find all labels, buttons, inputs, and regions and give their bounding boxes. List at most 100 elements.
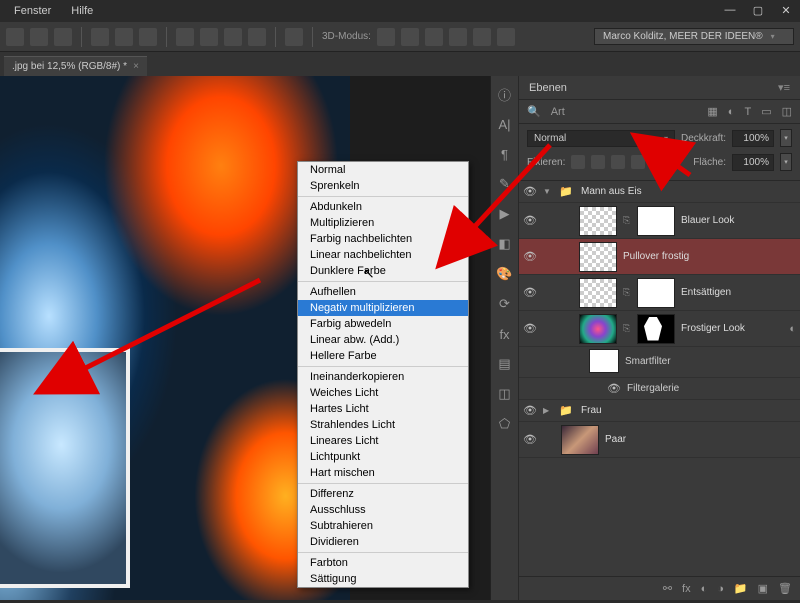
- layer-name[interactable]: Blauer Look: [681, 215, 796, 226]
- twirl-icon[interactable]: ▶: [543, 406, 553, 415]
- filter-type-icon[interactable]: T: [744, 106, 751, 118]
- blend-mode-dropdown-menu[interactable]: NormalSprenkelnAbdunkelnMultiplizierenFa…: [297, 161, 469, 588]
- blend-mode-item[interactable]: Strahlendes Licht: [298, 417, 468, 433]
- tool-icon[interactable]: [54, 28, 72, 46]
- opacity-value[interactable]: 100%: [732, 130, 774, 147]
- link-icon[interactable]: ⎘: [623, 323, 631, 334]
- lock-pixels-icon[interactable]: [591, 155, 605, 169]
- layer-name[interactable]: Frostiger Look: [681, 323, 783, 334]
- filter-smart-icon[interactable]: ◫: [782, 105, 792, 118]
- filter-name[interactable]: Filtergalerie: [627, 383, 679, 394]
- tool-icon[interactable]: [200, 28, 218, 46]
- mode3d-icon[interactable]: [473, 28, 491, 46]
- panel-menu-icon[interactable]: ▾≡: [778, 81, 790, 94]
- link-icon[interactable]: ⎘: [623, 287, 631, 298]
- tool-icon[interactable]: [248, 28, 266, 46]
- fx-icon[interactable]: fx: [682, 583, 691, 595]
- blend-mode-item[interactable]: Linear nachbelichten: [298, 247, 468, 263]
- blend-mode-item[interactable]: Differenz: [298, 486, 468, 502]
- layer-row[interactable]: 👁 ⎘ Blauer Look: [519, 203, 800, 239]
- adjustment-icon[interactable]: ◑: [717, 583, 724, 595]
- opacity-stepper[interactable]: ▾: [780, 129, 792, 147]
- delete-icon[interactable]: 🗑: [778, 582, 792, 595]
- menu-hilfe[interactable]: Hilfe: [61, 5, 103, 17]
- layer-thumb[interactable]: [579, 314, 617, 344]
- lock-position-icon[interactable]: [611, 155, 625, 169]
- filter-kind-label[interactable]: Art: [551, 106, 565, 118]
- blend-mode-item[interactable]: Abdunkeln: [298, 199, 468, 215]
- tool-icon[interactable]: [139, 28, 157, 46]
- blend-mode-item[interactable]: Negativ multiplizieren: [298, 300, 468, 316]
- filter-pixel-icon[interactable]: ▦: [707, 105, 717, 118]
- document-tab[interactable]: .jpg bei 12,5% (RGB/8#) * ×: [4, 56, 147, 76]
- fill-stepper[interactable]: ▾: [780, 153, 792, 171]
- layer-thumb[interactable]: [579, 278, 617, 308]
- blend-mode-item[interactable]: Multiplizieren: [298, 215, 468, 231]
- mask-thumb[interactable]: [637, 278, 675, 308]
- tool-icon[interactable]: [285, 28, 303, 46]
- visibility-icon[interactable]: 👁: [523, 322, 537, 335]
- layer-thumb[interactable]: [579, 242, 617, 272]
- user-dropdown[interactable]: Marco Kolditz, MEER DER IDEEN®: [594, 28, 794, 45]
- blend-mode-item[interactable]: Weiches Licht: [298, 385, 468, 401]
- visibility-icon[interactable]: 👁: [607, 382, 621, 395]
- tool-icon[interactable]: [91, 28, 109, 46]
- group-icon[interactable]: 📁: [734, 582, 748, 595]
- layer-row[interactable]: 👁 ⎘ Frostiger Look ◐: [519, 311, 800, 347]
- paragraph-icon[interactable]: ¶: [495, 144, 515, 164]
- layer-name[interactable]: Frau: [581, 405, 796, 416]
- character-icon[interactable]: A|: [495, 114, 515, 134]
- tool-icon[interactable]: [6, 28, 24, 46]
- mode3d-icon[interactable]: [425, 28, 443, 46]
- layer-row-selected[interactable]: 👁 Pullover frostig: [519, 239, 800, 275]
- blend-mode-item[interactable]: Sprenkeln: [298, 178, 468, 194]
- filter-search-icon[interactable]: 🔍: [527, 105, 541, 118]
- tool-icon[interactable]: [30, 28, 48, 46]
- channels-icon[interactable]: ◫: [495, 384, 515, 404]
- minimize-button[interactable]: —: [716, 0, 744, 20]
- mode3d-icon[interactable]: [401, 28, 419, 46]
- tab-close-icon[interactable]: ×: [133, 61, 139, 72]
- blend-mode-item[interactable]: Ausschluss: [298, 502, 468, 518]
- twirl-icon[interactable]: ▼: [543, 187, 553, 196]
- smart-filter-item[interactable]: 👁 Filtergalerie: [519, 378, 800, 400]
- blend-mode-item[interactable]: Farbig nachbelichten: [298, 231, 468, 247]
- layer-group-row[interactable]: 👁 ▶ 📁 Frau: [519, 400, 800, 422]
- blend-mode-select[interactable]: Normal: [527, 130, 675, 147]
- layer-name[interactable]: Pullover frostig: [623, 251, 796, 262]
- blend-mode-item[interactable]: Farbig abwedeln: [298, 316, 468, 332]
- blend-mode-item[interactable]: Lineares Licht: [298, 433, 468, 449]
- filter-shape-icon[interactable]: ▭: [761, 105, 771, 118]
- mode3d-icon[interactable]: [497, 28, 515, 46]
- blend-mode-item[interactable]: Farbton: [298, 555, 468, 571]
- blend-mode-item[interactable]: Hart mischen: [298, 465, 468, 481]
- mask-icon[interactable]: ◐: [701, 583, 708, 595]
- fill-value[interactable]: 100%: [732, 154, 774, 171]
- new-layer-icon[interactable]: ▣: [758, 582, 768, 595]
- info-icon[interactable]: ⓘ: [495, 84, 515, 104]
- blend-mode-item[interactable]: Subtrahieren: [298, 518, 468, 534]
- canvas-area[interactable]: NormalSprenkelnAbdunkelnMultiplizierenFa…: [0, 76, 490, 600]
- filter-mask-thumb[interactable]: [589, 349, 619, 373]
- visibility-icon[interactable]: 👁: [523, 433, 537, 446]
- layer-thumb[interactable]: [561, 425, 599, 455]
- layer-row[interactable]: 👁 Paar: [519, 422, 800, 458]
- blend-mode-item[interactable]: Ineinanderkopieren: [298, 369, 468, 385]
- layers-icon[interactable]: ▤: [495, 354, 515, 374]
- brush-icon[interactable]: ✎: [495, 174, 515, 194]
- history-icon[interactable]: ⟳: [495, 294, 515, 314]
- mode3d-icon[interactable]: [449, 28, 467, 46]
- blend-mode-item[interactable]: Normal: [298, 162, 468, 178]
- blend-mode-item[interactable]: Lichtpunkt: [298, 449, 468, 465]
- maximize-button[interactable]: ▢: [744, 0, 772, 20]
- visibility-icon[interactable]: 👁: [523, 250, 537, 263]
- mask-thumb[interactable]: [637, 314, 675, 344]
- blend-mode-item[interactable]: Aufhellen: [298, 284, 468, 300]
- blend-mode-item[interactable]: Linear abw. (Add.): [298, 332, 468, 348]
- layer-row[interactable]: 👁 ⎘ Entsättigen: [519, 275, 800, 311]
- link-layers-icon[interactable]: ⚯: [663, 582, 672, 595]
- visibility-icon[interactable]: 👁: [523, 404, 537, 417]
- blend-mode-item[interactable]: Sättigung: [298, 571, 468, 587]
- link-icon[interactable]: ⎘: [623, 215, 631, 226]
- layer-list[interactable]: 👁 ▼ 📁 Mann aus Eis 👁 ⎘ Blauer Look 👁: [519, 181, 800, 576]
